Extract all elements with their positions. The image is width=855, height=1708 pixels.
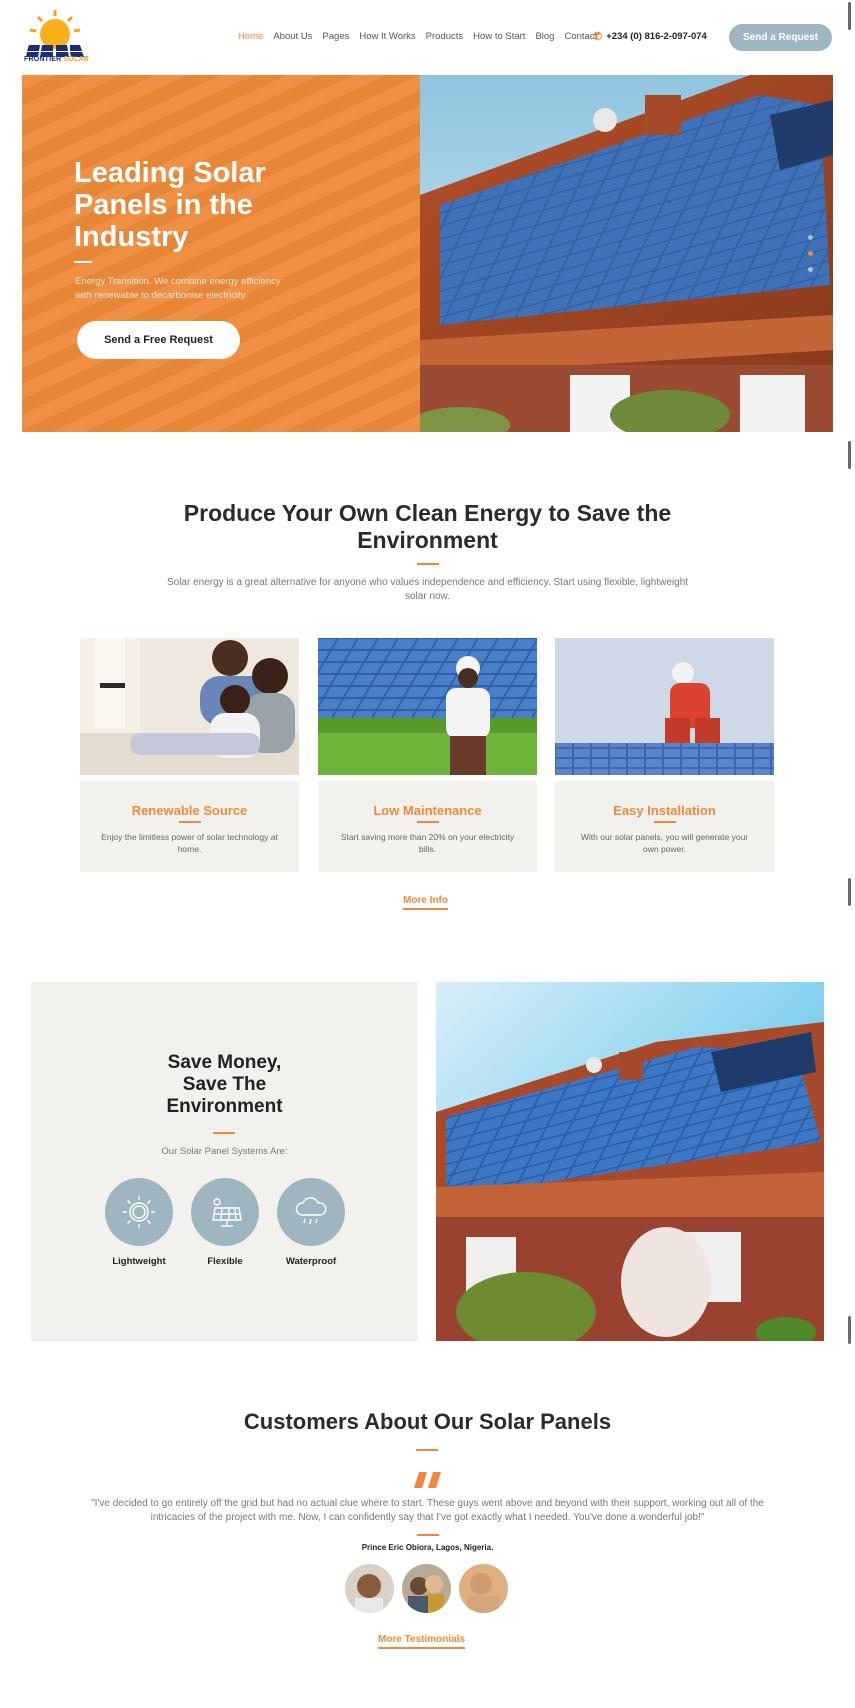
hero-texture [22, 75, 420, 432]
phone-icon: ✆ [593, 31, 603, 43]
card-divider [654, 821, 676, 823]
slider-dot[interactable] [808, 235, 813, 240]
slider-dot-active[interactable] [808, 251, 813, 256]
save-title: Save Money, Save The Environment [166, 1052, 283, 1117]
card-title: Renewable Source [131, 803, 248, 818]
logo-text: FRONTIER SOLAR [24, 56, 90, 63]
card-title: Easy Installation [613, 803, 716, 818]
feature-card: Easy Installation With our solar panels,… [555, 638, 774, 872]
scroll-marker [848, 878, 851, 906]
house-image [436, 982, 824, 1341]
testimonials-title: Customers About Our Solar Panels [243, 1409, 612, 1434]
quote-divider [417, 1534, 439, 1536]
section-divider [417, 563, 439, 565]
card-text: Enjoy the limitless power of solar techn… [101, 832, 278, 854]
nav-products[interactable]: Products [426, 31, 464, 42]
sun-icon [105, 1178, 173, 1246]
phone-number: +234 (0) 816-2-097-074 [606, 31, 707, 42]
feature-card-body: Easy Installation With our solar panels,… [555, 781, 774, 872]
feature-flexible: Flexible [185, 1178, 265, 1267]
feature-card: Low Maintenance Start saving more than 2… [318, 638, 537, 872]
card-title: Low Maintenance [373, 803, 482, 818]
more-testimonials-link[interactable]: More Testimonials [378, 1634, 466, 1649]
site-header: FRONTIER SOLAR Home About Us Pages How I… [0, 0, 855, 75]
nav-how-to-start[interactable]: How to Start [473, 31, 525, 42]
avatar[interactable] [402, 1564, 451, 1613]
feature-label: Lightweight [112, 1256, 166, 1267]
save-subtitle: Our Solar Panel Systems Are: [161, 1146, 288, 1157]
hero-title: Leading Solar Panels in the Industry [74, 157, 266, 253]
feature-card-body: Low Maintenance Start saving more than 2… [318, 781, 537, 872]
hero-text: Energy Transition. We combine energy eff… [75, 276, 281, 301]
scroll-marker [848, 441, 851, 469]
nav-about-us[interactable]: About Us [273, 31, 312, 42]
hero-section: Leading Solar Panels in the Industry Ene… [22, 75, 833, 432]
family-image [80, 638, 299, 775]
section-divider [213, 1132, 235, 1134]
solar-panel-icon [191, 1178, 259, 1246]
produce-title: Produce Your Own Clean Energy to Save th… [183, 500, 672, 553]
feature-lightweight: Lightweight [99, 1178, 179, 1267]
cloud-rain-icon [277, 1178, 345, 1246]
more-info-link[interactable]: More Info [403, 895, 448, 910]
avatar[interactable] [459, 1564, 508, 1613]
nav-pages[interactable]: Pages [322, 31, 349, 42]
send-free-request-button[interactable]: Send a Free Request [77, 321, 240, 359]
section-divider [416, 1449, 438, 1451]
card-divider [417, 821, 439, 823]
hero-panel: Leading Solar Panels in the Industry Ene… [22, 75, 420, 432]
feature-waterproof: Waterproof [271, 1178, 351, 1267]
nav-home[interactable]: Home [238, 31, 263, 42]
slider-dots [808, 235, 813, 272]
feature-card-body: Renewable Source Enjoy the limitless pow… [80, 781, 299, 872]
phone-link[interactable]: ✆ +234 (0) 816-2-097-074 [593, 30, 707, 43]
feature-label: Flexible [207, 1256, 243, 1267]
main-nav: Home About Us Pages How It Works Product… [238, 31, 597, 42]
technician-image [318, 638, 537, 775]
save-panel: Save Money, Save The Environment Our Sol… [31, 982, 418, 1341]
scroll-marker [848, 2, 851, 30]
card-text: Start saving more than 20% on your elect… [340, 832, 515, 854]
nav-how-it-works[interactable]: How It Works [359, 31, 415, 42]
hero-divider [74, 261, 92, 263]
feature-card: Renewable Source Enjoy the limitless pow… [80, 638, 299, 872]
send-request-button[interactable]: Send a Request [729, 24, 832, 51]
feature-label: Waterproof [285, 1256, 337, 1267]
card-text: With our solar panels, you will generate… [580, 832, 749, 854]
quote-icon [414, 1472, 441, 1488]
scroll-marker [848, 1316, 851, 1344]
hero-house-image [420, 75, 833, 432]
slider-dot[interactable] [808, 267, 813, 272]
card-divider [179, 821, 201, 823]
produce-text: Solar energy is a great alternative for … [166, 577, 689, 602]
installer-image [555, 638, 774, 775]
nav-blog[interactable]: Blog [535, 31, 554, 42]
testimonial-quote: "I've decided to go entirely off the gri… [91, 1498, 764, 1523]
testimonial-author: Prince Eric Obiora, Lagos, Nigeria. [361, 1543, 494, 1552]
avatar[interactable] [345, 1564, 394, 1613]
